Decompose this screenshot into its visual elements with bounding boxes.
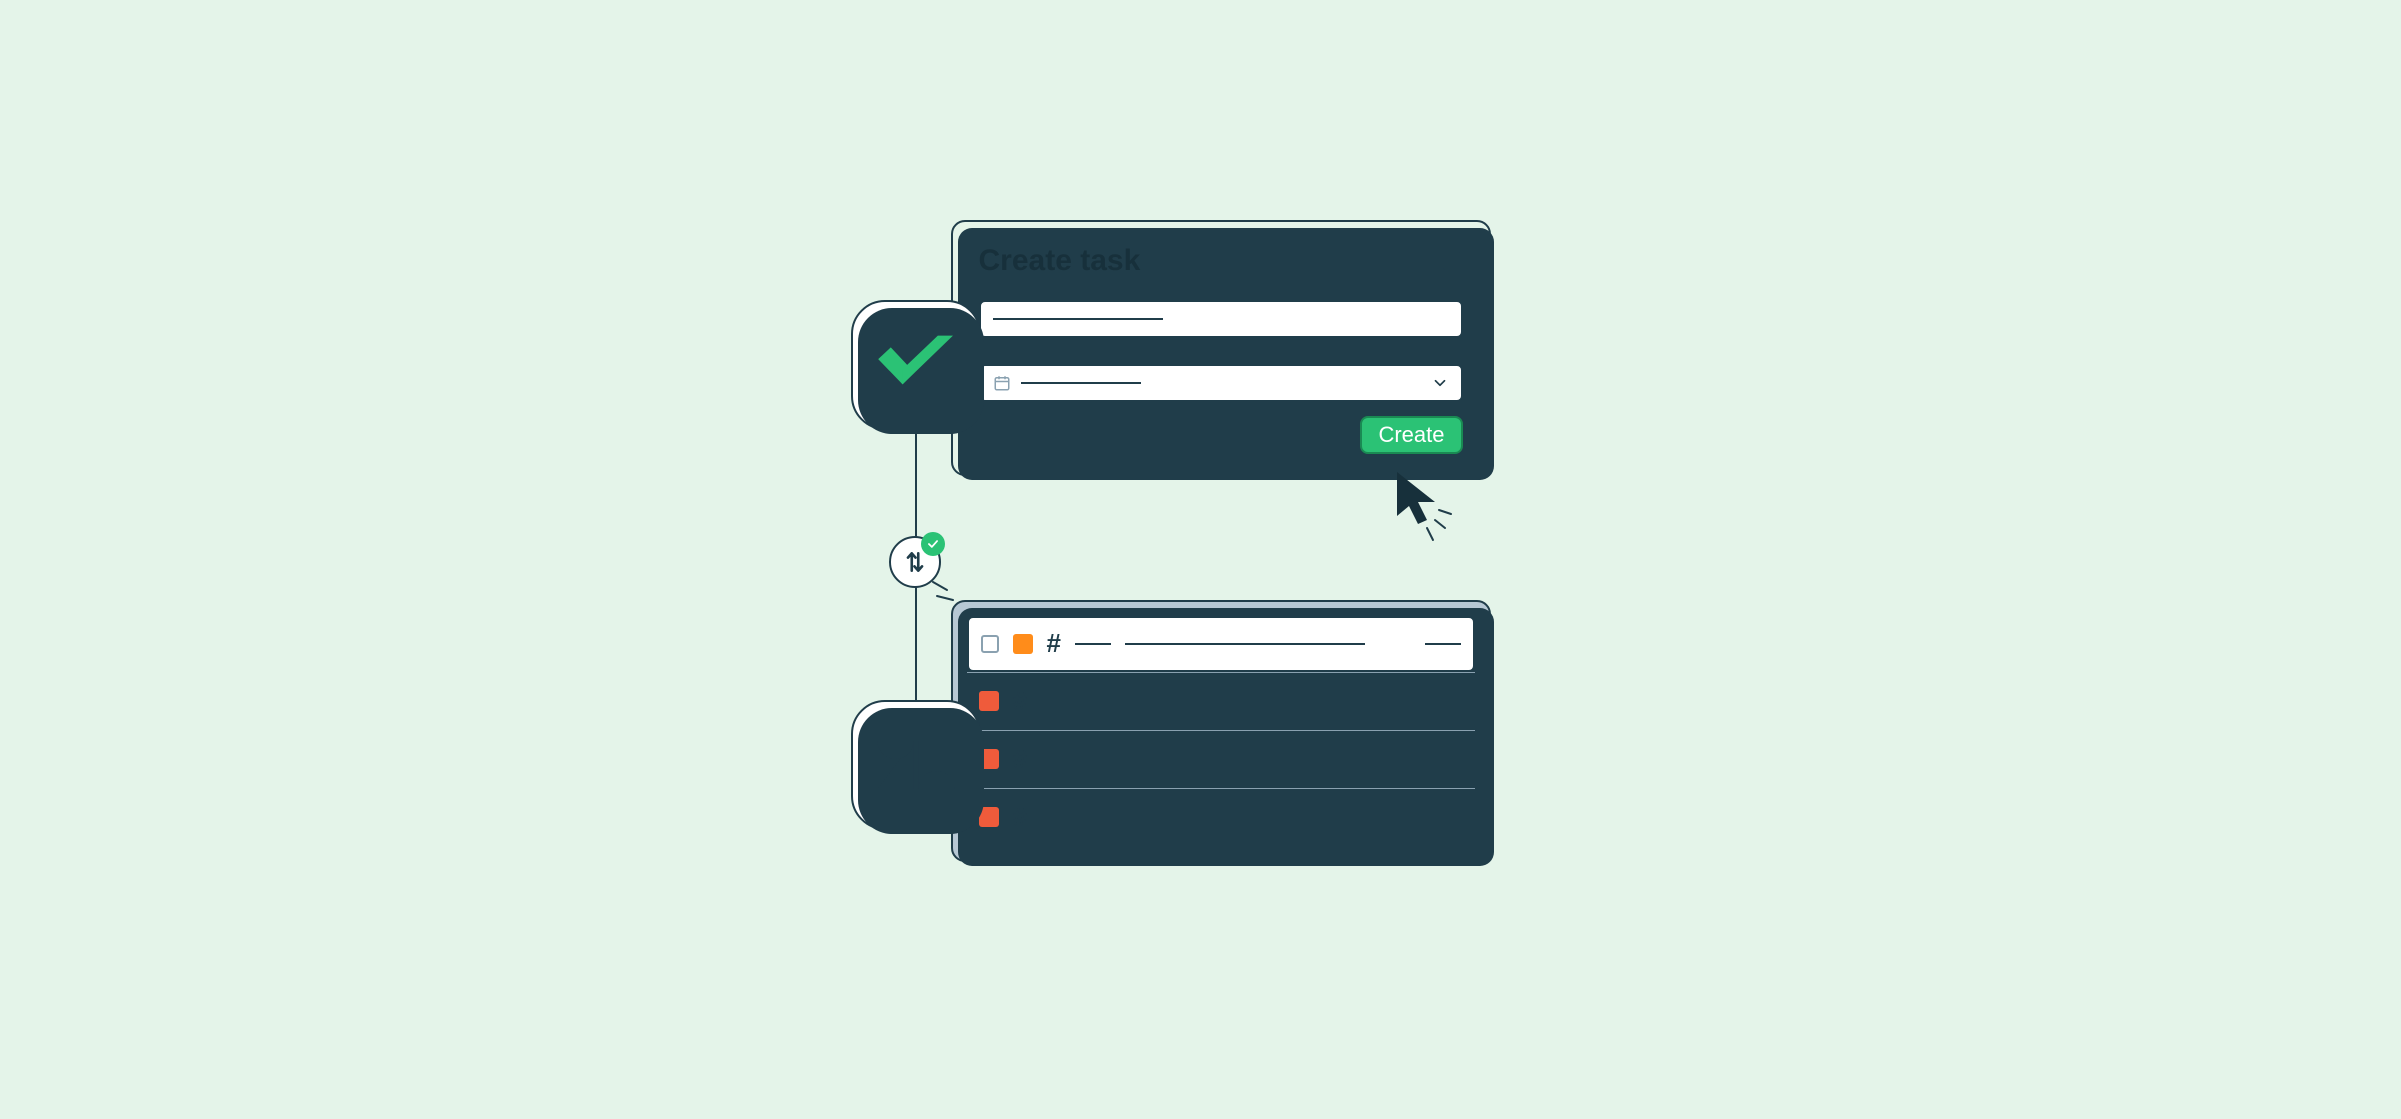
wrike-logo-icon bbox=[874, 334, 958, 396]
input-placeholder-line bbox=[993, 318, 1163, 320]
chevron-down-icon bbox=[1431, 374, 1449, 392]
sync-success-icon bbox=[921, 532, 945, 556]
ticket-meta-placeholder bbox=[1425, 643, 1461, 645]
ticket-subject-placeholder bbox=[1125, 643, 1365, 645]
wrike-app-badge bbox=[851, 300, 981, 430]
ticket-row[interactable]: # bbox=[967, 730, 1475, 788]
dialog-title: Create task bbox=[979, 244, 1141, 278]
ticket-id-placeholder bbox=[1075, 643, 1111, 645]
task-name-input[interactable] bbox=[979, 300, 1463, 338]
zendesk-logo-icon bbox=[876, 733, 956, 797]
ticket-meta-placeholder bbox=[1427, 758, 1463, 760]
ticket-id-hash: # bbox=[1047, 628, 1061, 659]
illustration-stage: Create task Create bbox=[851, 220, 1551, 900]
ticket-id-hash: # bbox=[1013, 802, 1027, 833]
cursor-icon bbox=[1391, 468, 1461, 548]
ticket-id-placeholder bbox=[1041, 700, 1077, 702]
field-label-placeholder bbox=[979, 352, 1089, 354]
create-button[interactable]: Create bbox=[1360, 416, 1462, 454]
task-date-select[interactable] bbox=[979, 364, 1463, 402]
ticket-subject-placeholder bbox=[1091, 758, 1331, 760]
ticket-checkbox[interactable] bbox=[981, 635, 999, 653]
zendesk-app-badge bbox=[851, 700, 981, 830]
ticket-id-hash: # bbox=[1013, 744, 1027, 775]
create-task-dialog: Create task Create bbox=[951, 220, 1491, 476]
ticket-id-placeholder bbox=[1041, 758, 1077, 760]
priority-badge bbox=[979, 691, 999, 711]
priority-badge bbox=[1013, 634, 1033, 654]
ticket-list-panel: # # # # bbox=[951, 600, 1491, 862]
ticket-row[interactable]: # bbox=[967, 672, 1475, 730]
field-label-placeholder bbox=[979, 288, 1059, 290]
ticket-subject-placeholder bbox=[1091, 700, 1331, 702]
ticket-meta-placeholder bbox=[1427, 816, 1463, 818]
close-icon[interactable] bbox=[1441, 250, 1463, 272]
input-placeholder-line bbox=[1021, 382, 1141, 384]
motion-dashes-icon bbox=[931, 580, 971, 606]
sync-badge bbox=[889, 536, 941, 588]
ticket-meta-placeholder bbox=[1427, 700, 1463, 702]
ticket-subject-placeholder bbox=[1091, 816, 1331, 818]
calendar-icon bbox=[993, 374, 1011, 392]
ticket-row[interactable]: # bbox=[967, 616, 1475, 672]
ticket-row[interactable]: # bbox=[967, 788, 1475, 846]
ticket-id-hash: # bbox=[1013, 686, 1027, 717]
ticket-id-placeholder bbox=[1041, 816, 1077, 818]
